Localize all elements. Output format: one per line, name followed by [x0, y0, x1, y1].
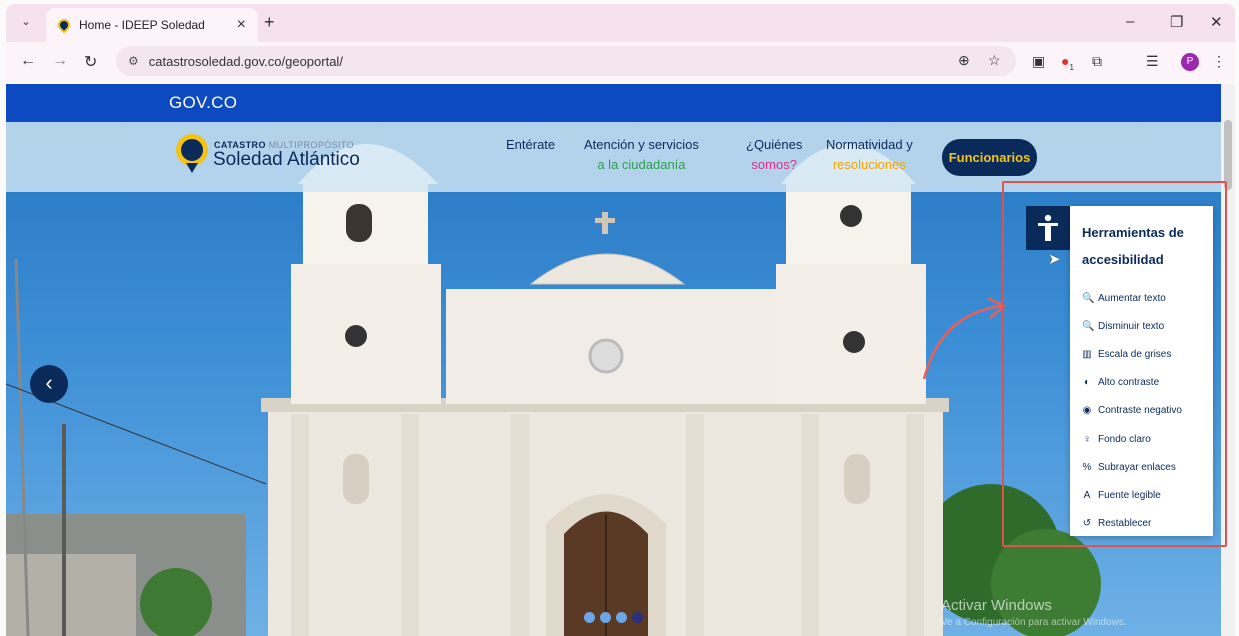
reload-icon[interactable]: ↻ — [84, 52, 97, 72]
new-tab-button[interactable]: + — [264, 12, 275, 33]
nav-item-quienes[interactable]: ¿Quiénes somos? — [746, 135, 802, 175]
toolbar: ← → ↻ ⚙ catastrosoledad.gov.co/geoportal… — [6, 42, 1235, 82]
accessibility-option-label: Alto contraste — [1098, 377, 1160, 389]
carousel-dot[interactable] — [600, 612, 611, 623]
browser-menu-icon[interactable]: ⋮ — [1212, 53, 1226, 70]
carousel-dot[interactable] — [616, 612, 627, 623]
accessibility-option-label: Restablecer — [1098, 518, 1152, 530]
contrast-icon: ◐ — [1083, 377, 1091, 389]
accessibility-option[interactable]: 🔍 Disminuir texto — [1082, 312, 1182, 340]
back-icon[interactable]: ← — [20, 52, 36, 70]
close-window-button[interactable]: ✕ — [1210, 13, 1223, 31]
nav-item-atencion[interactable]: Atención y servicios a la ciudadanía — [584, 135, 699, 175]
accessibility-option-label: Fuente legible — [1098, 489, 1161, 501]
zoom-icon[interactable]: ⊕ — [958, 52, 970, 69]
minimize-button[interactable]: – — [1126, 13, 1134, 30]
reading-list-icon[interactable]: ☰ — [1146, 53, 1159, 70]
carousel-dots — [584, 612, 643, 623]
gov-co-logo[interactable]: GOV.CO — [169, 93, 237, 113]
barcode-icon: ▥ — [1082, 348, 1092, 360]
nav-item-label: Normatividad y — [826, 137, 913, 152]
font-icon: A — [1083, 489, 1091, 501]
nav-item-normatividad[interactable]: Normatividad y resoluciones — [826, 135, 913, 175]
accessibility-option-label: Disminuir texto — [1098, 320, 1165, 332]
site-info-icon[interactable]: ⚙ — [128, 54, 139, 68]
accessibility-panel: Herramientas de accesibilidad 🔍 Aumentar … — [1070, 206, 1213, 536]
brand-name[interactable]: Soledad Atlántico — [213, 149, 360, 171]
person-accessibility-icon — [1038, 214, 1058, 241]
accessibility-option[interactable]: 🔍 Aumentar texto — [1082, 284, 1182, 312]
tab-title: Home - IDEEP Soledad — [79, 18, 205, 32]
nav-item-sublabel: somos? — [751, 157, 797, 172]
catastro-logo-icon[interactable] — [176, 134, 208, 173]
accessibility-option[interactable]: ◉ Contraste negativo — [1082, 397, 1182, 425]
nav-item-enterate[interactable]: Entérate — [506, 135, 555, 155]
extension-icon[interactable]: ●1 — [1061, 53, 1074, 72]
annotation-arrow-icon — [922, 296, 1007, 380]
windows-watermark: Activar Windows — [941, 597, 1052, 614]
accessibility-option-label: Fondo claro — [1098, 433, 1151, 445]
restore-button[interactable]: ❐ — [1170, 13, 1183, 31]
accessibility-option[interactable]: ▥ Escala de grises — [1082, 340, 1182, 368]
extensions-puzzle-icon[interactable]: ⧉ — [1092, 53, 1102, 70]
active-tab[interactable]: Home - IDEEP Soledad × — [46, 8, 258, 42]
accessibility-option[interactable]: ◐ Alto contraste — [1082, 369, 1182, 397]
zoom-in-icon: 🔍 — [1082, 292, 1095, 304]
link-icon: % — [1082, 461, 1092, 473]
nav-item-label: ¿Quiénes — [746, 137, 803, 152]
lightbulb-icon: ♀ — [1083, 433, 1091, 445]
funcionarios-button[interactable]: Funcionarios — [942, 139, 1037, 176]
extension-badge: 1 — [1069, 62, 1074, 72]
bookmark-star-icon[interactable]: ☆ — [988, 52, 1001, 69]
carousel-dot-active[interactable] — [632, 612, 643, 623]
windows-watermark-sub: Ve a Configuración para activar Windows. — [941, 617, 1127, 628]
reset-icon: ↺ — [1082, 518, 1092, 530]
carousel-prev-button[interactable]: ‹ — [30, 365, 68, 403]
url-text: catastrosoledad.gov.co/geoportal/ — [148, 53, 343, 69]
accessibility-panel-title: Herramientas de accesibilidad — [1082, 225, 1184, 267]
accessibility-option[interactable]: ♀ Fondo claro — [1082, 425, 1182, 453]
eye-icon: ◉ — [1082, 405, 1092, 417]
accessibility-option[interactable]: A Fuente legible — [1082, 481, 1182, 509]
profile-avatar[interactable]: P — [1181, 53, 1199, 71]
tab-search-icon[interactable]: ⌄ — [18, 15, 34, 31]
mouse-cursor-icon: ➤ — [1048, 251, 1061, 268]
scrollbar-thumb[interactable] — [1224, 120, 1232, 190]
gov-co-bar: GOV.CO — [6, 84, 1221, 122]
zoom-out-icon: 🔍 — [1082, 320, 1095, 332]
accessibility-option-label: Escala de grises — [1098, 348, 1172, 360]
accessibility-toggle-button[interactable] — [1026, 206, 1070, 250]
address-bar[interactable]: ⚙ catastrosoledad.gov.co/geoportal/ ⊕ ☆ — [116, 46, 1016, 76]
nav-item-label: Atención y servicios — [584, 137, 699, 152]
accessibility-option[interactable]: % Subrayar enlaces — [1082, 453, 1182, 481]
carousel-dot[interactable] — [584, 612, 595, 623]
accessibility-option[interactable]: ↺ Restablecer — [1082, 510, 1182, 538]
picture-in-picture-icon[interactable]: ▣ — [1032, 53, 1045, 70]
tab-close-icon[interactable]: × — [237, 16, 246, 34]
accessibility-option-label: Aumentar texto — [1098, 292, 1166, 304]
tab-strip: ⌄ Home - IDEEP Soledad × + – ❐ ✕ — [6, 4, 1235, 42]
accessibility-options: 🔍 Aumentar texto 🔍 Disminuir texto ▥ Escala d… — [1082, 284, 1182, 538]
accessibility-option-label: Subrayar enlaces — [1098, 461, 1176, 473]
location-pin-icon — [55, 16, 73, 34]
forward-icon[interactable]: → — [52, 52, 68, 70]
accessibility-option-label: Contraste negativo — [1098, 405, 1182, 417]
nav-item-sublabel: a la ciudadanía — [597, 157, 686, 172]
nav-item-label: Entérate — [506, 137, 556, 152]
nav-item-sublabel: resoluciones — [832, 157, 906, 172]
